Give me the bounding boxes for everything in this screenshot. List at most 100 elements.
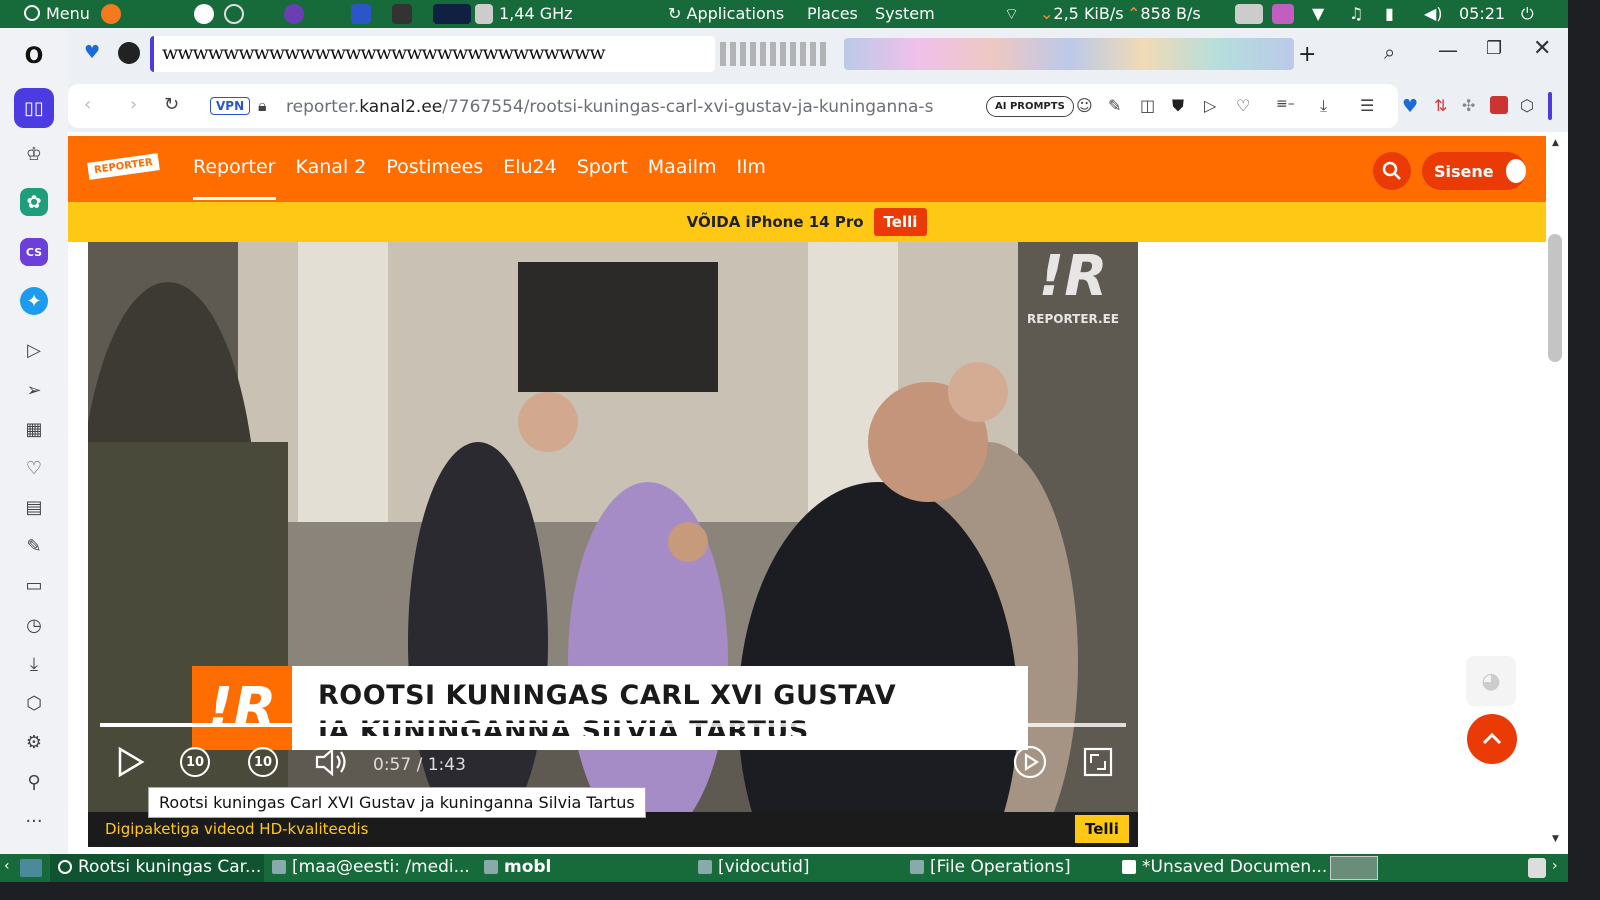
tab-favicons[interactable] — [720, 42, 830, 66]
crown-icon[interactable]: ♔ — [20, 140, 48, 168]
firefox-icon[interactable] — [101, 4, 121, 24]
camera-icon[interactable]: ◫ — [1140, 96, 1155, 115]
taskbar-item-file-operations[interactable]: [File Operations] — [910, 857, 1071, 877]
promo-banner[interactable]: VÕIDA iPhone 14 Pro Telli — [68, 202, 1546, 242]
settings-icon[interactable]: ⚙ — [20, 728, 48, 756]
tab-heart-icon[interactable]: ♥ — [84, 42, 106, 64]
window-list-icon[interactable] — [1235, 4, 1263, 24]
taskbar-item-terminal[interactable]: [maa@eesti: /medi... — [272, 857, 470, 877]
taskbar-item-mobl[interactable]: mobl — [484, 857, 551, 877]
easy-setup-icon[interactable]: ☰ — [1360, 96, 1374, 115]
speed-dial-icon[interactable]: ▦ — [20, 415, 48, 443]
send-tab-icon[interactable]: ▷ — [1204, 96, 1216, 115]
places-menu[interactable]: Places — [807, 4, 858, 23]
downloads-icon[interactable]: ⤓ — [20, 650, 48, 678]
forward-10-button[interactable]: 10 — [243, 742, 283, 782]
scroll-down-icon[interactable]: ▼ — [1552, 834, 1559, 844]
scroll-up-icon[interactable]: ▲ — [1552, 138, 1559, 148]
sidebar-toggle[interactable] — [1548, 92, 1552, 120]
promo-subscribe-button[interactable]: Telli — [873, 208, 928, 236]
play-button[interactable] — [110, 742, 150, 782]
taskbar-item-browser[interactable]: Rootsi kuningas Car... — [58, 857, 261, 877]
emoji-icon[interactable]: ☺ — [1076, 96, 1093, 115]
applications-menu[interactable]: ↻ Applications — [668, 4, 784, 23]
wifi-icon[interactable]: ▼ — [1312, 4, 1324, 23]
nav-item-maailm[interactable]: Maailm — [648, 156, 717, 200]
reader-icon[interactable]: ▯▯ — [14, 88, 54, 128]
download-icon[interactable]: ⤓ — [1320, 96, 1327, 116]
more-icon[interactable]: ··· — [20, 807, 48, 835]
github-icon[interactable] — [118, 42, 140, 64]
chatsonic-icon[interactable]: CS — [20, 238, 48, 266]
ext-arrows-icon[interactable]: ⇅ — [1434, 96, 1447, 115]
volume-button[interactable] — [311, 742, 351, 782]
scroll-to-top-button[interactable] — [1467, 714, 1517, 764]
send-icon[interactable]: ➢ — [20, 376, 48, 404]
show-desktop-icon[interactable] — [20, 859, 42, 877]
tab-strip-titles[interactable]: wwwwwwwwwwwwwwwwwwwwwwwwwwwww — [162, 42, 606, 64]
nav-item-ilm[interactable]: Ilm — [736, 156, 765, 200]
battery-icon[interactable]: ▮ — [1385, 4, 1394, 23]
clock[interactable]: 05:21 — [1459, 4, 1505, 23]
nav-item-postimees[interactable]: Postimees — [386, 156, 483, 200]
url-text[interactable]: reporter.kanal2.ee/7767554/rootsi-kuning… — [286, 97, 933, 117]
hd-subscribe-button[interactable]: Telli — [1075, 815, 1129, 843]
rewind-10-button[interactable]: 10 — [175, 742, 215, 782]
tips-bulb-icon[interactable]: ⚲ — [20, 768, 48, 796]
terminal-icon[interactable] — [392, 4, 412, 24]
player-icon[interactable]: ▷ — [20, 336, 48, 364]
system-menu[interactable]: System — [875, 4, 935, 23]
video-player[interactable]: !R REPORTER.EE !R ROOTSI KUNINGAS CARL X… — [88, 242, 1138, 847]
opera-logo-icon[interactable]: O — [20, 42, 48, 70]
ext-heart-icon[interactable]: ♥ — [1402, 96, 1418, 117]
forward-icon[interactable]: › — [130, 94, 137, 115]
reporter-logo[interactable]: REPORTER — [87, 153, 160, 180]
ai-prompts-button[interactable]: AI PROMPTS — [986, 96, 1074, 117]
chatgpt-icon[interactable]: ✿ — [20, 188, 48, 216]
taskbar-item-vidocutid[interactable]: [vidocutid] — [698, 857, 810, 877]
reload-icon[interactable]: ↻ — [164, 94, 179, 115]
twitter-icon[interactable]: ✦ — [20, 287, 48, 315]
power-icon[interactable]: ⏻ — [1521, 4, 1534, 24]
news-icon[interactable]: ▤ — [20, 493, 48, 521]
new-tab-icon[interactable]: + — [1298, 42, 1316, 67]
workspace-switcher[interactable] — [1330, 856, 1378, 880]
fullscreen-button[interactable] — [1078, 742, 1118, 782]
media-icon[interactable] — [1272, 4, 1294, 24]
network-icon[interactable]: ⌔ — [1004, 4, 1019, 24]
tabs-icon[interactable]: ▭ — [20, 571, 48, 599]
restore-icon[interactable]: ❐ — [1486, 38, 1502, 59]
minimize-icon[interactable]: — — [1438, 38, 1458, 62]
accessibility-icon[interactable] — [194, 4, 214, 24]
video-progress-bar[interactable] — [100, 723, 1126, 727]
scrollbar-thumb[interactable] — [1548, 234, 1562, 362]
taskbar-right-arrow-icon[interactable]: › — [1552, 858, 1558, 874]
ext-puzzle-icon[interactable]: ✣ — [1462, 96, 1475, 115]
login-button[interactable]: Sisene — [1422, 152, 1526, 190]
bookmark-heart-icon[interactable]: ♡ — [1236, 96, 1250, 115]
notifications-icon[interactable]: ♫ — [1349, 4, 1363, 23]
volume-icon[interactable]: ◀) — [1424, 4, 1443, 23]
opera-launcher-icon[interactable] — [351, 4, 371, 24]
heart-icon[interactable]: ♡ — [20, 454, 48, 482]
shield-icon[interactable]: ⛊ — [1172, 96, 1184, 116]
history-icon[interactable]: ◷ — [20, 611, 48, 639]
edit-page-icon[interactable]: ✎ — [1108, 96, 1121, 115]
nav-item-kanal2[interactable]: Kanal 2 — [296, 156, 367, 200]
address-field[interactable]: ‹ › ↻ VPN 🔒︎ reporter.kanal2.ee/7767554/… — [68, 84, 1398, 128]
tab-menu-icon[interactable]: ≡– — [1276, 96, 1295, 112]
pinned-tab-group[interactable] — [844, 38, 1294, 70]
vpn-badge[interactable]: VPN — [210, 97, 251, 115]
menu-button[interactable]: Menu — [4, 4, 90, 23]
close-window-icon[interactable]: ✕ — [1533, 36, 1551, 61]
tab-search-icon[interactable]: ⌕ — [1384, 40, 1395, 64]
taskbar-left-arrow-icon[interactable]: ‹ — [4, 858, 10, 874]
edit-icon[interactable]: ✎ — [20, 532, 48, 560]
ext-cube-icon[interactable]: ⬡ — [1520, 96, 1534, 115]
nav-item-reporter[interactable]: Reporter — [193, 156, 276, 200]
site-search-button[interactable] — [1373, 152, 1411, 190]
extensions-cube-icon[interactable]: ⬡ — [20, 689, 48, 717]
tor-icon[interactable] — [284, 4, 304, 24]
lock-icon[interactable]: 🔒︎ — [258, 96, 267, 116]
ext-badge-icon[interactable] — [1490, 96, 1508, 114]
